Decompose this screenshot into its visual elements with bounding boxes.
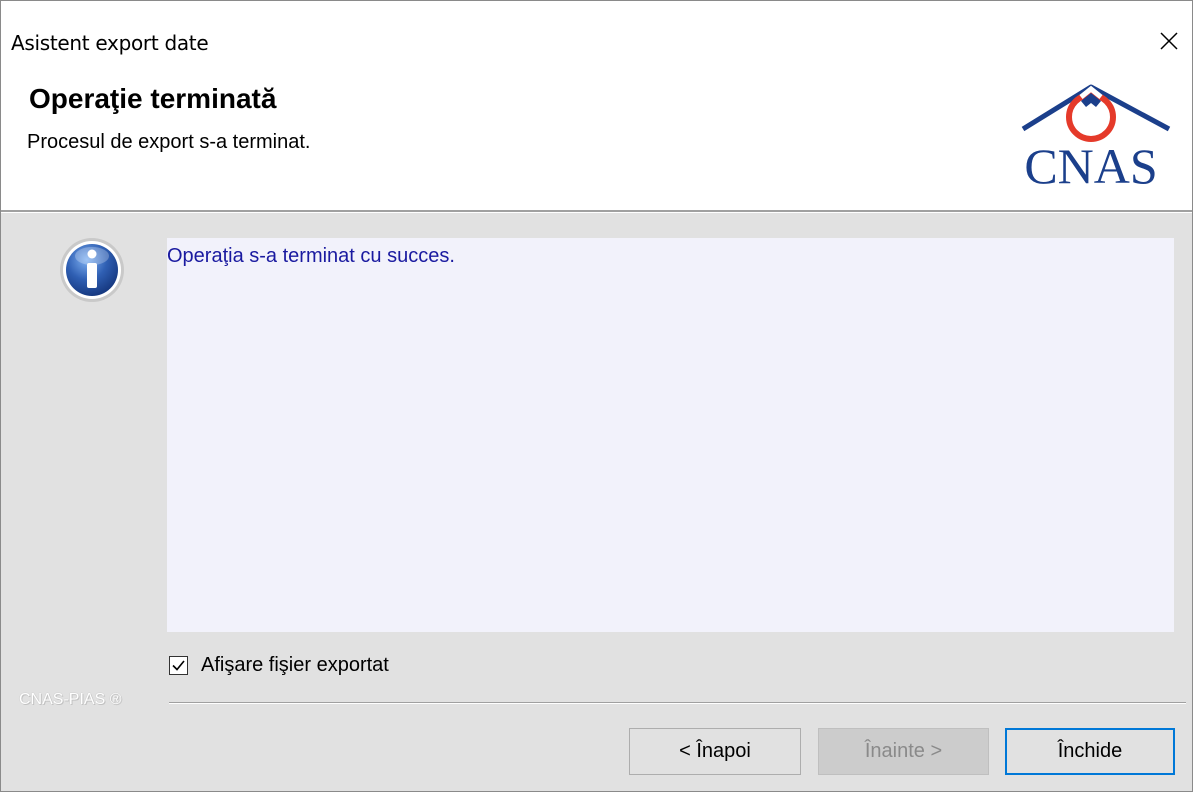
result-message: Operaţia s-a terminat cu succes.	[167, 245, 455, 267]
export-wizard-window: Asistent export date Operaţie terminată …	[0, 0, 1193, 792]
window-title: Asistent export date	[11, 31, 209, 55]
title-bar: Asistent export date	[1, 1, 1192, 79]
page-subtitle: Procesul de export s-a terminat.	[27, 131, 311, 153]
brand-separator: CNAS-PIAS ®	[1, 691, 1186, 711]
brand-label: CNAS-PIAS ®	[19, 691, 122, 708]
show-exported-file-option[interactable]: Afişare fişier exportat	[169, 652, 389, 678]
page-title: Operaţie terminată	[29, 83, 277, 114]
back-button[interactable]: < Înapoi	[629, 728, 801, 775]
cnas-logo: CNAS	[1021, 84, 1171, 191]
info-icon	[60, 238, 124, 302]
window-close-button[interactable]	[1146, 23, 1192, 59]
show-exported-file-checkbox[interactable]	[169, 655, 188, 675]
close-button[interactable]: Închide	[1005, 728, 1175, 775]
next-button[interactable]: Înainte >	[818, 728, 989, 775]
svg-text:CNAS: CNAS	[1024, 138, 1157, 191]
close-icon	[1160, 32, 1178, 50]
checkmark-icon	[172, 659, 185, 671]
wizard-header: Operaţie terminată Procesul de export s-…	[1, 79, 1192, 210]
show-exported-file-label: Afişare fişier exportat	[201, 653, 389, 676]
result-message-box	[167, 238, 1174, 632]
brand-divider	[169, 702, 1186, 704]
